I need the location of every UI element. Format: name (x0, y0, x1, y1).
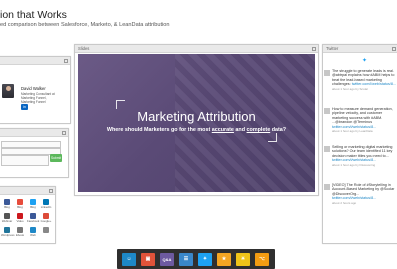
maximize-icon[interactable] (64, 58, 68, 63)
page-title: ion that Works (0, 9, 67, 21)
resource-label: Video (16, 219, 24, 223)
resource-label: Blog (30, 205, 36, 209)
slides-panel: Slides Marketing Attribution Where shoul… (74, 44, 319, 196)
tweet-meta: about 1 hour ago by Discovering (332, 162, 376, 167)
tweet-item[interactable]: Selling or marketing digital marketing s… (324, 144, 396, 179)
tweet-list[interactable]: The struggle to generate leads is real. … (324, 68, 396, 220)
maximize-icon[interactable] (392, 46, 396, 51)
submit-button[interactable]: Submit (50, 154, 62, 162)
tweet-text: The struggle to generate leads is real. … (332, 69, 396, 91)
resource-item[interactable] (40, 226, 52, 240)
resource-item[interactable]: Wordpress (1, 226, 15, 240)
slide-subtitle: Where should Marketers go for the most a… (78, 127, 315, 133)
engagement-toolbar: ☺ ▣ Q&A ☰ ✦ ★ ☀ ⌥ (117, 249, 275, 269)
notes-panel: Submit (0, 128, 69, 178)
bio-panel: David Walker Marketing Consultant at Mar… (0, 56, 71, 124)
tweet-avatar (324, 184, 330, 190)
ideas-button[interactable]: ☀ (236, 253, 250, 266)
speaker-role: Marketing Consultant at Marketing Funnel… (21, 92, 55, 104)
slides-button[interactable]: ▣ (141, 253, 155, 266)
avatar (2, 84, 14, 98)
resource-item[interactable]: Blog (1, 198, 13, 212)
slide-subtitle-accurate: accurate (211, 127, 234, 133)
tweet-avatar (324, 146, 330, 152)
tweet-meta: about 1 hour ago by LeanData (332, 129, 373, 134)
resource-label: Blog (4, 205, 10, 209)
slide-subtitle-part: data? (270, 127, 287, 133)
corner-bracket-icon (268, 133, 277, 142)
resources-panel: Blog Blog Blog LinkedIn Webinar Video Facebook… (0, 186, 56, 244)
resource-item[interactable]: Webinar (1, 212, 13, 226)
tweet-item[interactable]: [VIDEO] The Role of #Storytelling in Acc… (324, 182, 396, 217)
slide-viewer[interactable]: Marketing Attribution Where should Marke… (78, 54, 315, 192)
slides-panel-header[interactable]: Slides (75, 45, 318, 53)
resource-label: Web (30, 233, 36, 237)
resource-label: Blog (17, 205, 23, 209)
tweet-avatar (324, 70, 330, 76)
resources-grid: Blog Blog Blog LinkedIn Webinar Video Facebook… (1, 198, 53, 240)
resource-item[interactable]: Google+ (40, 212, 52, 226)
qa-button[interactable]: Q&A (160, 253, 174, 266)
slide-subtitle-complete: complete (246, 127, 271, 133)
tweet-avatar (324, 108, 330, 114)
tweet-link[interactable]: twitter.com/i/web/status/8... (332, 158, 376, 162)
tweet-text: How to measure demand generation, pipeli… (332, 107, 393, 134)
resource-item[interactable]: Blog (14, 198, 26, 212)
bio-panel-header[interactable] (0, 57, 70, 65)
resource-label: Wordpress (1, 233, 15, 237)
maximize-icon[interactable] (62, 130, 66, 135)
notes-panel-header[interactable] (0, 129, 68, 137)
speaker-name: David Walker (21, 86, 46, 91)
resource-item[interactable]: Video (14, 212, 26, 226)
twitter-panel-title: Twitter (326, 46, 339, 51)
slide-subtitle-part: Where should Marketers go for the most (106, 127, 212, 133)
bio-button[interactable]: ☺ (122, 253, 136, 266)
resources-panel-header[interactable] (0, 187, 55, 195)
corner-bracket-icon (116, 100, 125, 109)
resource-label: LinkedIn (40, 205, 52, 209)
maximize-icon[interactable] (49, 188, 53, 193)
resource-item[interactable]: Web (27, 226, 39, 240)
resource-item[interactable]: Blog (27, 198, 39, 212)
tweet-meta: about 2 hours ago (332, 200, 357, 205)
tweet-text: [VIDEO] The Role of #Storytelling in Acc… (332, 183, 395, 205)
tweet-link[interactable]: twitter.com/i/web/status/8... (332, 125, 376, 129)
tweet-item[interactable]: The struggle to generate leads is real. … (324, 68, 396, 103)
page-subtitle: ed comparison between Salesforce, Market… (0, 22, 170, 28)
tweet-link[interactable]: twitter.com/i/web/status/8... (352, 82, 396, 86)
maximize-icon[interactable] (312, 46, 316, 51)
resource-item[interactable]: Ebook (14, 226, 26, 240)
resource-icon (43, 227, 49, 233)
notes-text-field[interactable] (1, 155, 49, 166)
twitter-panel-header[interactable]: Twitter (323, 45, 397, 53)
twitter-panel: Twitter ✦ The struggle to generate leads… (322, 44, 397, 244)
twitter-button[interactable]: ✦ (198, 253, 212, 266)
tweet-item[interactable]: How to measure demand generation, pipeli… (324, 106, 396, 141)
tweet-text: Selling or marketing digital marketing s… (332, 145, 393, 167)
notes-name-field[interactable] (1, 141, 61, 148)
slides-panel-title: Slides (78, 46, 90, 51)
resource-item[interactable]: Facebook (27, 212, 39, 226)
resource-label: Webinar (1, 219, 13, 223)
linkedin-icon[interactable]: in (21, 104, 28, 110)
slide-subtitle-part: and (233, 127, 247, 133)
notes-button[interactable]: ☰ (179, 253, 193, 266)
twitter-bird-icon: ✦ (362, 58, 368, 64)
resources-button[interactable]: ★ (217, 253, 231, 266)
resource-item[interactable]: LinkedIn (40, 198, 52, 212)
slide-title: Marketing Attribution (137, 109, 256, 124)
tweet-meta: about 1 hour ago by Scolar (332, 86, 369, 91)
tweet-link[interactable]: twitter.com/i/web/status/8... (332, 196, 376, 200)
resource-label: Google+ (40, 219, 52, 223)
resource-label: Facebook (27, 219, 40, 223)
share-button[interactable]: ⌥ (255, 253, 269, 266)
resource-label: Ebook (16, 233, 24, 237)
